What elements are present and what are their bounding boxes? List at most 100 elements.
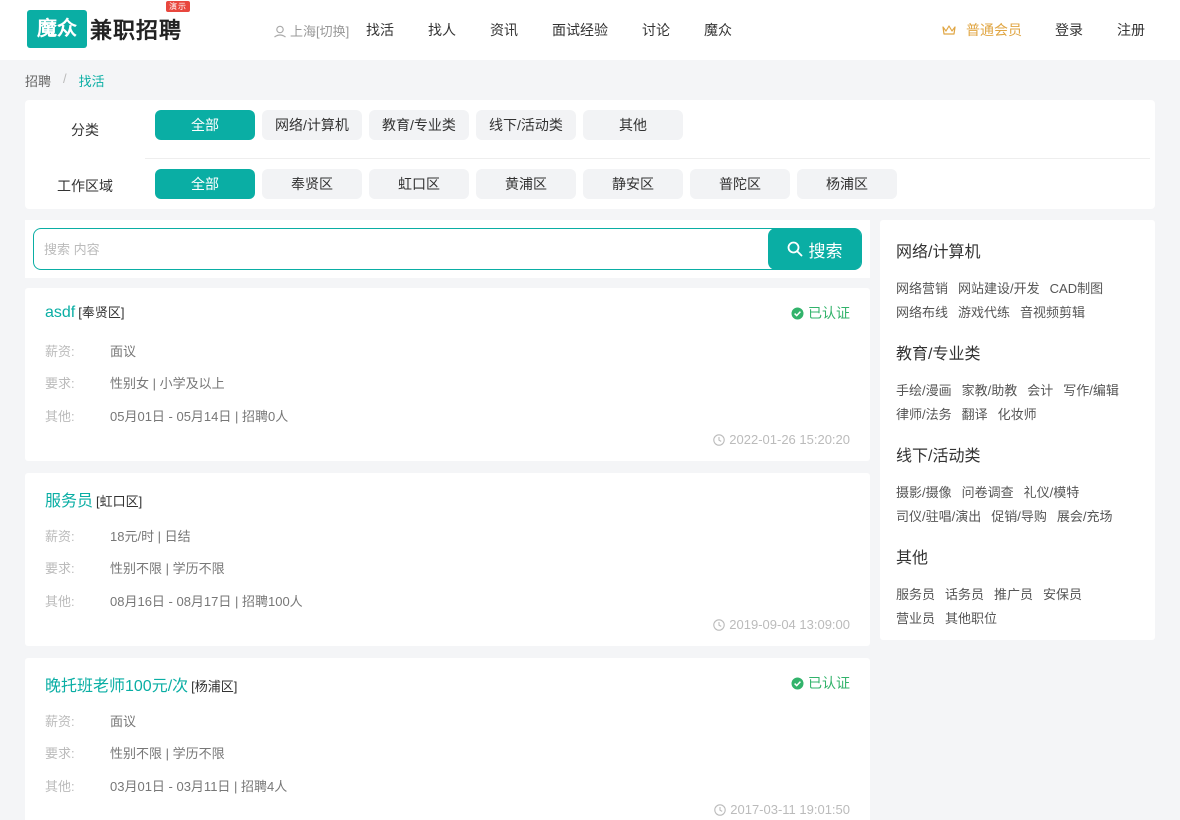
job-card[interactable]: 晚托班老师100元/次 [杨浦区] 已认证 薪资: 面议 要求: 性别不限 | 学历不…: [25, 658, 870, 820]
nav-item-news[interactable]: 资讯: [490, 20, 518, 40]
sidebar-tag[interactable]: 服务员: [896, 583, 935, 607]
area-chip-fengxian[interactable]: 奉贤区: [262, 169, 362, 199]
job-salary: 薪资: 18元/时 | 日结: [45, 526, 191, 545]
other-label: 其他:: [45, 594, 75, 609]
salary-value: 面议: [110, 344, 137, 359]
nav-item-find-work[interactable]: 找活: [366, 20, 394, 40]
vip-member-link[interactable]: 普通会员: [942, 20, 1022, 40]
job-requirement: 要求: 性别女 | 小学及以上: [45, 373, 225, 392]
job-requirement: 要求: 性别不限 | 学历不限: [45, 558, 225, 577]
sidebar-tag[interactable]: 音视频剪辑: [1020, 301, 1085, 325]
area-chip-yangpu[interactable]: 杨浦区: [797, 169, 897, 199]
category-chip-all[interactable]: 全部: [155, 110, 255, 140]
area-chip-putuo[interactable]: 普陀区: [690, 169, 790, 199]
nav-item-discuss[interactable]: 讨论: [642, 20, 670, 40]
job-other: 其他: 05月01日 - 05月14日 | 招聘0人: [45, 406, 288, 425]
search-button[interactable]: 搜索: [768, 228, 861, 270]
category-chip-other[interactable]: 其他: [583, 110, 683, 140]
sidebar-tag[interactable]: 话务员: [945, 583, 984, 607]
sidebar-tag[interactable]: 律师/法务: [896, 403, 952, 427]
job-timestamp: 2019-09-04 13:09:00: [713, 617, 850, 632]
sidebar-tag[interactable]: 推广员: [994, 583, 1033, 607]
job-title-text: asdf: [45, 304, 76, 321]
job-time-text: 2022-01-26 15:20:20: [729, 432, 850, 447]
sidebar-category-title[interactable]: 线下/活动类: [896, 442, 1141, 466]
job-timestamp: 2022-01-26 15:20:20: [713, 432, 850, 447]
login-link[interactable]: 登录: [1055, 20, 1083, 40]
vip-label: 普通会员: [966, 22, 1022, 38]
filter-panel: 分类 全部 网络/计算机 教育/专业类 线下/活动类 其他 工作区域 全部 奉贤…: [25, 100, 1155, 209]
clock-icon: [714, 803, 726, 816]
category-chip-offline[interactable]: 线下/活动类: [476, 110, 576, 140]
area-chip-all[interactable]: 全部: [155, 169, 255, 199]
area-chip-jingan[interactable]: 静安区: [583, 169, 683, 199]
sidebar-tag[interactable]: 问卷调查: [962, 481, 1014, 505]
job-title[interactable]: 服务员 [虹口区]: [45, 487, 142, 511]
site-logo[interactable]: 魔众 兼职招聘 演示: [27, 1, 191, 48]
sidebar-tags: 网络营销 网站建设/开发 CAD制图 网络布线 游戏代练 音视频剪辑: [896, 277, 1141, 325]
clock-icon: [713, 618, 726, 631]
sidebar-tag[interactable]: 其他职位: [945, 607, 997, 631]
sidebar-category-title[interactable]: 其他: [896, 544, 1141, 568]
sidebar-tag[interactable]: 网络布线: [896, 301, 948, 325]
nav-item-find-people[interactable]: 找人: [428, 20, 456, 40]
breadcrumb-home[interactable]: 招聘: [25, 71, 51, 90]
job-title[interactable]: asdf [奉贤区]: [45, 302, 124, 322]
nav-item-mozhong[interactable]: 魔众: [704, 20, 732, 40]
logo-mark: 魔众: [27, 10, 87, 48]
job-title[interactable]: 晚托班老师100元/次 [杨浦区]: [45, 672, 237, 696]
sidebar-tag[interactable]: 写作/编辑: [1063, 379, 1119, 403]
logo-title-text: 兼职招聘: [90, 18, 183, 43]
breadcrumb: 招聘 / 找活: [25, 71, 105, 90]
verified-label: 已认证: [808, 305, 850, 321]
search-input[interactable]: [44, 239, 744, 259]
job-title-text: 服务员: [45, 493, 94, 510]
sidebar-tag[interactable]: CAD制图: [1050, 277, 1103, 301]
search-panel: 搜索: [25, 220, 870, 278]
requirement-value: 性别不限 | 学历不限: [110, 561, 225, 576]
breadcrumb-current[interactable]: 找活: [79, 71, 105, 90]
demo-badge: 演示: [166, 1, 191, 12]
salary-value: 18元/时 | 日结: [110, 529, 191, 544]
sidebar-tag[interactable]: 促销/导购: [991, 505, 1047, 529]
check-circle-icon: [791, 307, 804, 319]
other-value: 08月16日 - 08月17日 | 招聘100人: [110, 594, 303, 609]
check-circle-icon: [791, 677, 804, 689]
job-card[interactable]: 服务员 [虹口区] 薪资: 18元/时 | 日结 要求: 性别不限 | 学历不限 其他…: [25, 473, 870, 646]
sidebar-tag[interactable]: 营业员: [896, 607, 935, 631]
area-chip-huangpu[interactable]: 黄浦区: [476, 169, 576, 199]
category-sidebar: 网络/计算机 网络营销 网站建设/开发 CAD制图 网络布线 游戏代练 音视频剪…: [880, 220, 1155, 640]
sidebar-category-title[interactable]: 教育/专业类: [896, 340, 1141, 364]
sidebar-tag[interactable]: 手绘/漫画: [896, 379, 952, 403]
verified-badge: 已认证: [791, 303, 850, 323]
job-time-text: 2019-09-04 13:09:00: [729, 617, 850, 632]
area-chips: 全部 奉贤区 虹口区 黄浦区 静安区 普陀区 杨浦区: [155, 169, 904, 199]
sidebar-tags: 服务员 话务员 推广员 安保员 营业员 其他职位: [896, 583, 1141, 631]
sidebar-tag[interactable]: 家教/助教: [962, 379, 1018, 403]
sidebar-tag[interactable]: 展会/充场: [1057, 505, 1113, 529]
sidebar-tag[interactable]: 化妆师: [998, 403, 1037, 427]
category-label: 分类: [71, 122, 99, 138]
sidebar-tag[interactable]: 摄影/摄像: [896, 481, 952, 505]
sidebar-tag[interactable]: 司仪/驻唱/演出: [896, 505, 981, 529]
requirement-value: 性别不限 | 学历不限: [110, 746, 225, 761]
category-chip-network[interactable]: 网络/计算机: [262, 110, 362, 140]
sidebar-tag[interactable]: 会计: [1027, 379, 1053, 403]
other-label: 其他:: [45, 779, 75, 794]
sidebar-tag[interactable]: 翻译: [962, 403, 988, 427]
job-card[interactable]: asdf [奉贤区] 已认证 薪资: 面议 要求: 性别女 | 小学及以上 其他: 05…: [25, 288, 870, 461]
city-label: 上海[切换]: [290, 24, 350, 39]
register-link[interactable]: 注册: [1117, 20, 1145, 40]
city-switch[interactable]: 上海[切换]: [273, 21, 349, 40]
nav-item-interview[interactable]: 面试经验: [552, 20, 608, 40]
sidebar-tag[interactable]: 网络营销: [896, 277, 948, 301]
sidebar-tag[interactable]: 游戏代练: [958, 301, 1010, 325]
sidebar-category-title[interactable]: 网络/计算机: [896, 238, 1141, 262]
category-chip-education[interactable]: 教育/专业类: [369, 110, 469, 140]
sidebar-tag[interactable]: 安保员: [1043, 583, 1082, 607]
sidebar-tag[interactable]: 礼仪/模特: [1024, 481, 1080, 505]
area-chip-hongkou[interactable]: 虹口区: [369, 169, 469, 199]
search-icon: [787, 241, 802, 257]
sidebar-tag[interactable]: 网站建设/开发: [958, 277, 1040, 301]
job-timestamp: 2017-03-11 19:01:50: [714, 802, 850, 817]
